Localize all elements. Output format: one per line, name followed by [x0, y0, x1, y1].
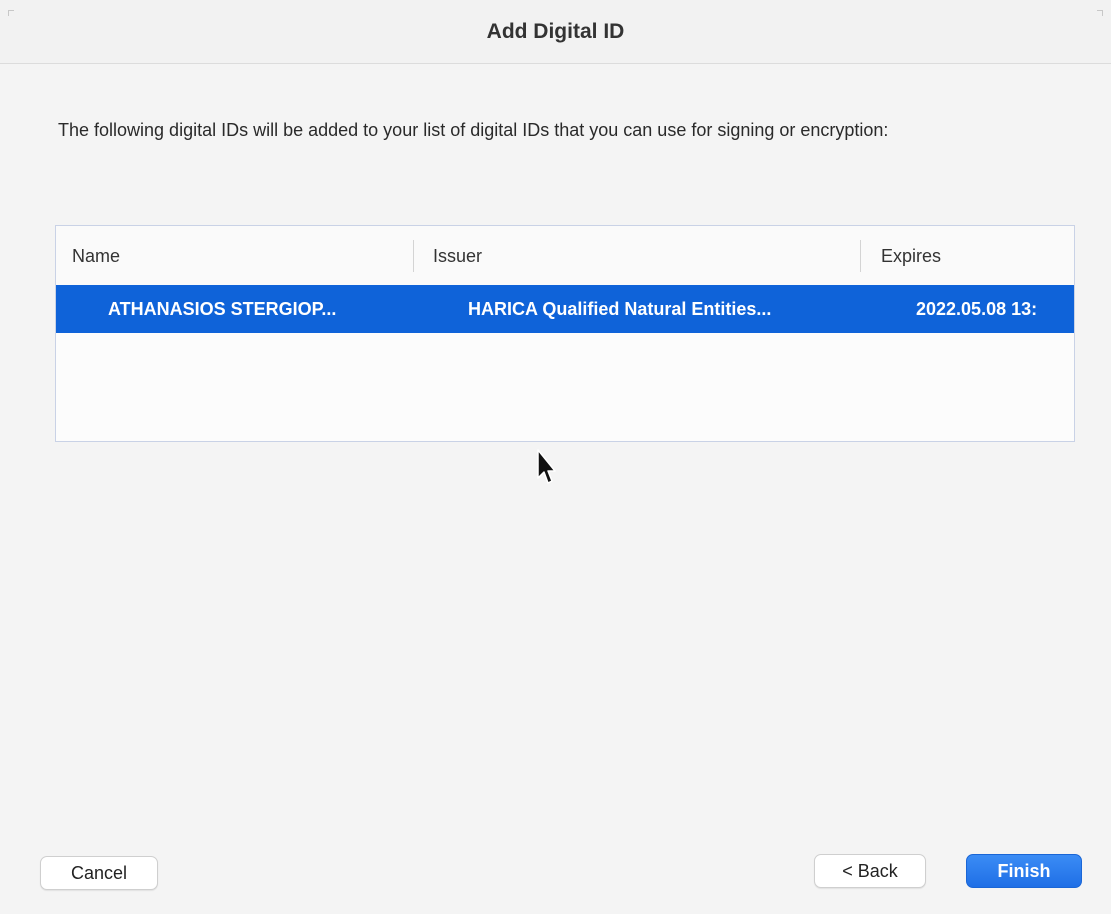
title-bar: Add Digital ID — [0, 0, 1111, 64]
column-header-issuer[interactable]: Issuer — [433, 226, 853, 286]
cancel-button[interactable]: Cancel — [40, 856, 158, 890]
window-corner-mark — [1097, 10, 1103, 16]
arrow-pointer-icon — [537, 449, 556, 484]
cell-issuer: HARICA Qualified Natural Entities... — [468, 298, 772, 319]
dialog-title: Add Digital ID — [486, 19, 625, 43]
cell-name: ATHANASIOS STERGIOP... — [108, 298, 337, 319]
back-button[interactable]: < Back — [814, 854, 926, 888]
column-header-expires[interactable]: Expires — [881, 226, 1071, 286]
digital-id-table: Name Issuer Expires ATHANASIOS STERGIOP.… — [55, 225, 1075, 442]
dialog-message: The following digital IDs will be added … — [58, 120, 889, 140]
table-header: Name Issuer Expires — [56, 226, 1074, 286]
column-divider[interactable] — [413, 240, 414, 272]
add-digital-id-dialog: Add Digital ID The following digital IDs… — [0, 0, 1111, 914]
column-divider[interactable] — [860, 240, 861, 272]
cell-expires: 2022.05.08 13: — [916, 298, 1038, 319]
table-row[interactable]: ATHANASIOS STERGIOP... HARICA Qualified … — [56, 285, 1074, 333]
window-corner-mark — [8, 10, 14, 16]
finish-button[interactable]: Finish — [966, 854, 1082, 888]
column-header-name[interactable]: Name — [72, 226, 412, 286]
